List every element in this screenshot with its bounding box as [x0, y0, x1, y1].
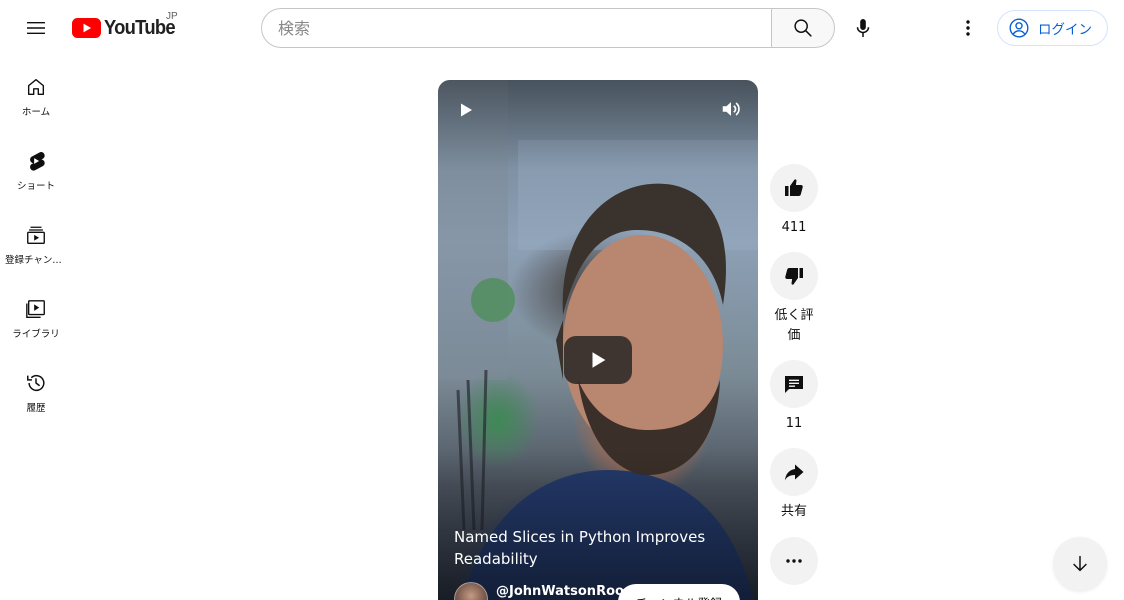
volume-icon — [722, 102, 740, 116]
more-vertical-icon — [966, 20, 970, 36]
sidebar-item-label: ショート — [16, 181, 55, 192]
share-label: 共有 — [780, 504, 807, 519]
video-bottom-gradient — [438, 450, 758, 600]
microphone-icon — [856, 19, 870, 37]
subscribe-button[interactable]: チャンネル登録 — [618, 584, 740, 600]
shorts-icon — [30, 152, 45, 171]
logo-region-code: JP — [166, 11, 178, 22]
channel-name[interactable]: @JohnWatsonRoo — [496, 584, 624, 599]
comment-count: 11 — [785, 416, 803, 431]
thumbs-up-icon — [785, 179, 803, 196]
play-pause-button[interactable] — [452, 96, 480, 124]
comments-action: 11 — [770, 360, 818, 434]
sidebar-item-label: ライブラリ — [12, 329, 60, 340]
voice-search-button[interactable] — [843, 8, 883, 48]
share-arrow-icon — [785, 464, 804, 481]
library-icon — [26, 300, 45, 318]
sidebar-item-library[interactable]: ライブラリ — [4, 278, 68, 352]
video-title[interactable]: Named Slices in Python Improves Readabil… — [454, 526, 724, 570]
volume-button[interactable] — [716, 94, 746, 124]
thumbs-down-icon — [785, 268, 803, 285]
search-icon — [794, 19, 812, 37]
login-label: ログイン — [1038, 22, 1092, 38]
sidebar-item-shorts[interactable]: ショート — [4, 130, 68, 204]
next-video-button[interactable] — [1053, 537, 1107, 591]
play-icon — [461, 103, 472, 117]
comment-icon — [785, 376, 803, 393]
youtube-logo[interactable]: YouTube — [72, 14, 181, 42]
dislike-action: 低く評価 — [770, 252, 818, 346]
large-play-button[interactable] — [564, 336, 632, 384]
history-icon — [27, 375, 45, 392]
sidebar-item-label: ホーム — [21, 107, 51, 118]
search-box[interactable] — [261, 8, 772, 48]
video-top-gradient — [438, 80, 758, 170]
sidebar-item-subscriptions[interactable]: 登録チャンネル — [4, 204, 68, 278]
sidebar-item-label: 履歴 — [26, 403, 46, 414]
like-count: 411 — [781, 220, 807, 235]
arrow-down-icon — [1073, 555, 1087, 572]
dislike-label: 低く評価 — [774, 308, 814, 343]
masthead: YouTube JP ログイン — [0, 0, 1124, 56]
sidebar-item-history[interactable]: 履歴 — [4, 352, 68, 426]
guide-menu-button[interactable] — [16, 8, 56, 48]
subscriptions-icon — [27, 226, 45, 244]
like-button[interactable] — [770, 164, 818, 212]
sidebar-item-label: 登録チャンネル — [5, 255, 67, 266]
shorts-video-player[interactable]: Named Slices in Python Improves Readabil… — [438, 80, 758, 600]
youtube-play-logo-icon — [72, 18, 101, 38]
sidebar-item-home[interactable]: ホーム — [4, 56, 68, 130]
like-action: 411 — [770, 164, 818, 238]
hamburger-menu-icon — [27, 22, 45, 34]
search-input[interactable] — [278, 18, 772, 38]
dislike-button[interactable] — [770, 252, 818, 300]
logo-text: YouTube — [104, 16, 176, 39]
share-button[interactable] — [770, 448, 818, 496]
comments-button[interactable] — [770, 360, 818, 408]
settings-menu-button[interactable] — [948, 8, 988, 48]
search-button[interactable] — [771, 8, 835, 48]
play-icon — [592, 352, 606, 368]
more-action — [770, 537, 818, 585]
more-horizontal-icon — [786, 559, 802, 563]
more-options-button[interactable] — [770, 537, 818, 585]
account-circle-icon — [1009, 18, 1029, 38]
login-button[interactable]: ログイン — [997, 10, 1108, 46]
share-action: 共有 — [770, 448, 818, 522]
home-icon — [27, 78, 45, 96]
